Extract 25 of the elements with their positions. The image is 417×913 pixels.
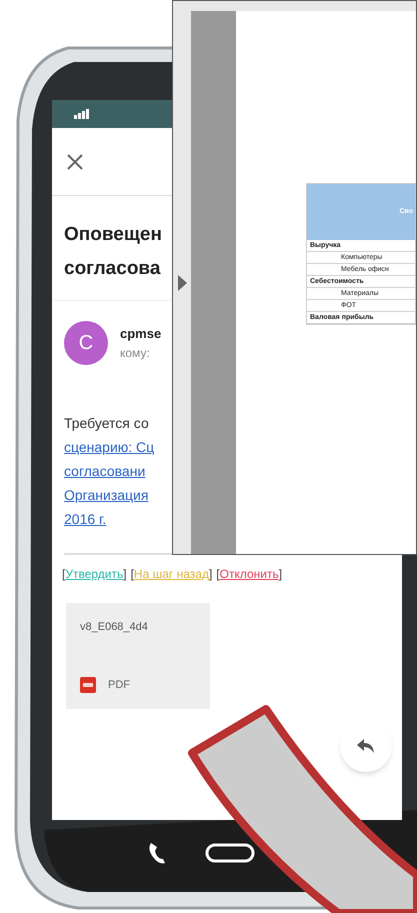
recipient-label: кому: xyxy=(120,344,151,362)
bracket: ] xyxy=(123,566,127,583)
pdf-file-icon xyxy=(80,676,96,693)
email-title: согласова xyxy=(64,257,162,281)
scenario-link[interactable]: 2016 г. xyxy=(64,507,106,531)
bracket: ] xyxy=(208,566,212,583)
scenario-link[interactable]: Организация xyxy=(64,483,148,507)
bracket: [ xyxy=(216,566,220,583)
sender-name: cpmse xyxy=(120,325,162,344)
attachment-name: v8_E068_4d4 xyxy=(80,620,149,635)
avatar: C xyxy=(64,321,108,365)
action-link[interactable]: Отклонить xyxy=(220,565,279,583)
scenario-link[interactable]: сценарию: Сц xyxy=(64,435,154,459)
attachment-card[interactable]: v8_E068_4d4 PDF xyxy=(66,603,210,709)
email-title: Оповещен xyxy=(64,223,163,247)
attachment-type: PDF xyxy=(108,678,130,692)
bracket: [ xyxy=(130,566,134,583)
scenario-link[interactable]: согласовани xyxy=(64,459,146,483)
body-text: Требуется со xyxy=(64,414,150,433)
signal-icon xyxy=(74,109,90,119)
bracket: [ xyxy=(62,566,66,583)
expand-arrow-icon[interactable] xyxy=(178,274,186,290)
close-icon[interactable] xyxy=(66,152,84,170)
bracket: ] xyxy=(278,566,282,583)
reply-icon xyxy=(357,739,375,753)
